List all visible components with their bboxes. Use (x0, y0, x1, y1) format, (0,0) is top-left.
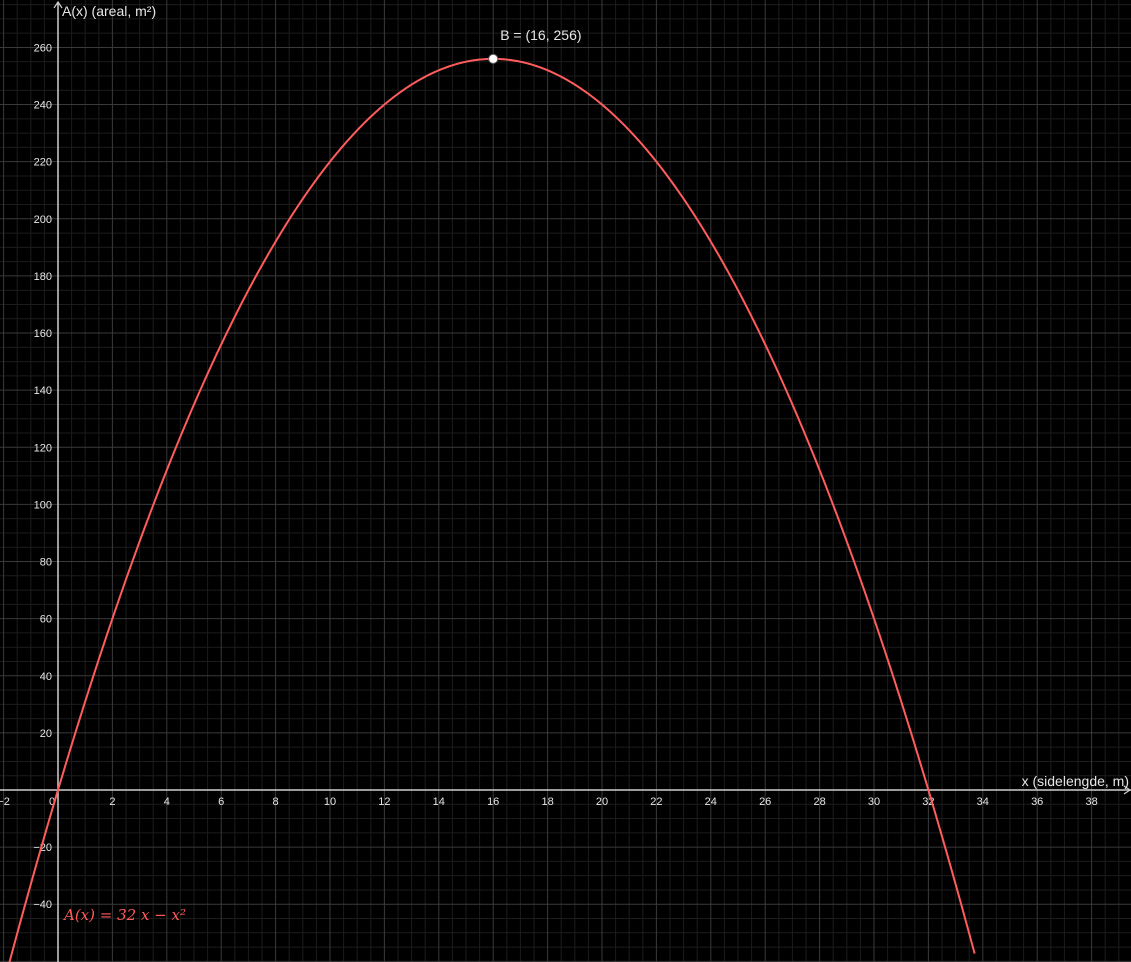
x-tick-label: 34 (977, 796, 989, 808)
y-tick-label: 80 (40, 557, 52, 569)
x-tick-label: 16 (487, 796, 499, 808)
y-tick-label: 120 (34, 442, 52, 454)
x-tick-label: 6 (218, 796, 224, 808)
x-tick-label: 26 (759, 796, 771, 808)
y-tick-label: 160 (34, 328, 52, 340)
plot-background (0, 0, 1131, 962)
y-tick-label: 180 (34, 271, 52, 283)
y-tick-label: 140 (34, 385, 52, 397)
point-B (488, 53, 499, 64)
y-tick-label: 20 (40, 728, 52, 740)
x-tick-label: 8 (273, 796, 279, 808)
point-B-label: B = (16, 256) (500, 27, 581, 43)
y-tick-label: 220 (34, 157, 52, 169)
y-tick-label: −40 (33, 899, 52, 911)
x-tick-label: 2 (109, 796, 115, 808)
x-tick-label: 20 (596, 796, 608, 808)
x-tick-label: 36 (1031, 796, 1043, 808)
function-plot[interactable]: −2 0 2 4 6 8 10 12 14 16 18 20 22 24 26 28 30 32 34 36 38−40… (0, 0, 1131, 962)
x-tick-label: −2 (0, 796, 10, 808)
x-tick-label: 30 (868, 796, 880, 808)
function-label: A(x) = 32 x − x² (62, 906, 186, 924)
x-tick-label: 38 (1085, 796, 1097, 808)
x-tick-label: 22 (650, 796, 662, 808)
y-tick-label: 60 (40, 614, 52, 626)
y-axis-label: A(x) (areal, m²) (62, 3, 156, 19)
y-tick-label: 200 (34, 214, 52, 226)
x-axis-label: x (sidelengde, m) (1022, 773, 1129, 789)
x-tick-label: 28 (813, 796, 825, 808)
x-tick-label: 12 (378, 796, 390, 808)
y-tick-label: 40 (40, 671, 52, 683)
x-tick-label: 10 (324, 796, 336, 808)
x-tick-label: 4 (164, 796, 170, 808)
x-tick-label: 14 (433, 796, 445, 808)
y-tick-label: 240 (34, 100, 52, 112)
x-tick-label: 18 (541, 796, 553, 808)
y-tick-label: 100 (34, 499, 52, 511)
y-tick-label: 260 (34, 42, 52, 54)
x-tick-label: 24 (705, 796, 717, 808)
